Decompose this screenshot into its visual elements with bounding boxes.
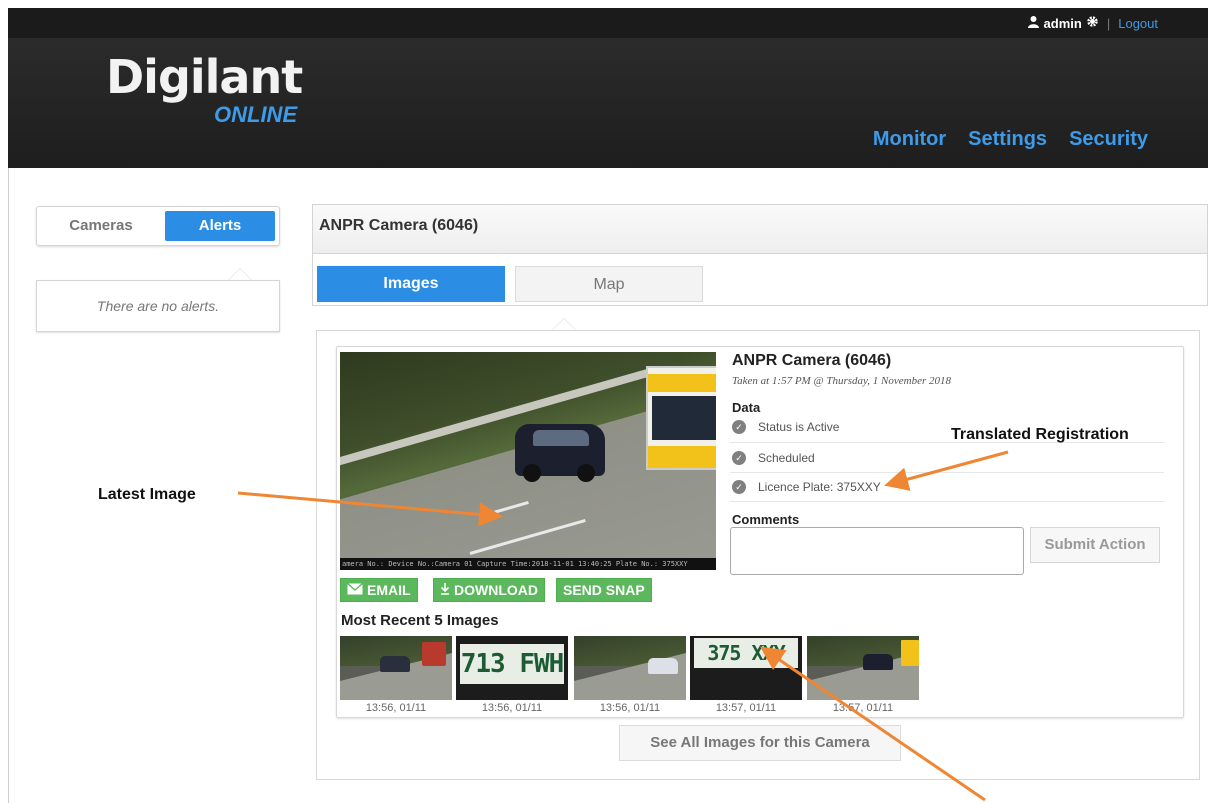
thumbnail-image[interactable] — [340, 636, 452, 700]
download-label: DOWNLOAD — [454, 582, 538, 598]
thumbnail[interactable]: 13:57, 01/11 — [807, 636, 921, 716]
header-banner: Digilant ONLINE Monitor Settings Securit… — [8, 38, 1208, 168]
data-row-label: Status is Active — [758, 420, 840, 434]
left-divider — [8, 168, 9, 803]
logo-subtext: ONLINE — [214, 102, 298, 127]
thumbnail-caption: 13:57, 01/11 — [715, 702, 777, 714]
recent-images-title: Most Recent 5 Images — [341, 612, 499, 629]
annotation-latest-image: Latest Image — [98, 486, 196, 503]
thumbnail-caption: 13:57, 01/11 — [832, 702, 894, 714]
images-pointer — [552, 318, 576, 330]
gear-icon[interactable] — [1086, 15, 1099, 31]
send-snap-button[interactable]: SEND SNAP — [556, 578, 652, 602]
separator: | — [1106, 15, 1111, 31]
email-label: EMAIL — [367, 582, 411, 598]
main-nav: Monitor Settings Security — [873, 128, 1148, 151]
sidebar-tabs: Cameras Alerts — [36, 206, 280, 246]
data-row-label: Licence Plate: 375XXY — [758, 480, 881, 494]
download-icon — [440, 578, 450, 602]
thumbnail[interactable]: 375 XXY 13:57, 01/11 — [690, 636, 804, 716]
thumbnail-caption: 13:56, 01/11 — [481, 702, 543, 714]
comments-label: Comments — [732, 512, 800, 527]
user-icon — [1027, 15, 1040, 31]
data-row-scheduled: ✓ Scheduled — [730, 442, 1164, 472]
latest-image[interactable]: amera No.: Device No.:Camera 01 Capture … — [340, 352, 716, 570]
tab-cameras[interactable]: Cameras — [41, 211, 161, 241]
thumbnail[interactable]: 13:56, 01/11 — [574, 636, 688, 716]
comments-input[interactable] — [730, 527, 1024, 575]
user-area: admin | Logout — [1027, 15, 1158, 31]
nav-settings[interactable]: Settings — [968, 128, 1047, 151]
nav-security[interactable]: Security — [1069, 128, 1148, 151]
check-circle-icon: ✓ — [732, 420, 746, 434]
thumbnail-image[interactable]: 713 FWH — [456, 636, 568, 700]
plate-text: 713 FWH — [460, 644, 564, 684]
alerts-empty-message: There are no alerts. — [36, 280, 280, 332]
see-all-images-button[interactable]: See All Images for this Camera — [619, 725, 901, 761]
thumbnail-caption: 13:56, 01/11 — [599, 702, 661, 714]
thumbnail-image[interactable]: 375 XXY — [690, 636, 802, 700]
thumbnail-image[interactable] — [807, 636, 919, 700]
thumbnail[interactable]: 713 FWH 13:56, 01/11 — [456, 636, 570, 716]
data-row-plate: ✓ Licence Plate: 375XXY — [730, 472, 1164, 502]
top-bar: admin | Logout — [8, 8, 1208, 38]
image-taken-time: Taken at 1:57 PM @ Thursday, 1 November … — [732, 375, 952, 387]
image-camera-title: ANPR Camera (6046) — [732, 352, 892, 369]
username[interactable]: admin — [1044, 16, 1082, 31]
panel-header: ANPR Camera (6046) — [312, 204, 1208, 254]
thumbnail[interactable]: 13:56, 01/11 — [340, 636, 454, 716]
download-button[interactable]: DOWNLOAD — [433, 578, 545, 602]
thumbnail-caption: 13:56, 01/11 — [365, 702, 427, 714]
image-bus — [646, 366, 716, 470]
tab-images[interactable]: Images — [317, 266, 505, 302]
data-row-label: Scheduled — [758, 450, 815, 465]
logout-link[interactable]: Logout — [1118, 16, 1158, 31]
thumbnail-image[interactable] — [574, 636, 686, 700]
image-car — [515, 424, 605, 482]
mail-icon — [347, 578, 363, 602]
panel-tabs: Images Map — [312, 254, 1208, 306]
email-button[interactable]: EMAIL — [340, 578, 418, 602]
page-title: ANPR Camera (6046) — [319, 217, 479, 234]
check-circle-icon: ✓ — [732, 480, 746, 494]
check-circle-icon: ✓ — [732, 450, 746, 465]
plate-text: 375 XXY — [694, 638, 798, 668]
tab-map[interactable]: Map — [515, 266, 703, 302]
nav-monitor[interactable]: Monitor — [873, 128, 946, 151]
submit-action-button[interactable]: Submit Action — [1030, 527, 1160, 563]
tab-alerts[interactable]: Alerts — [165, 211, 275, 241]
logo-text[interactable]: Digilant — [106, 50, 303, 104]
image-timestamp: amera No.: Device No.:Camera 01 Capture … — [340, 558, 716, 570]
alerts-pointer — [228, 268, 252, 280]
annotation-translated-registration: Translated Registration — [951, 426, 1129, 443]
